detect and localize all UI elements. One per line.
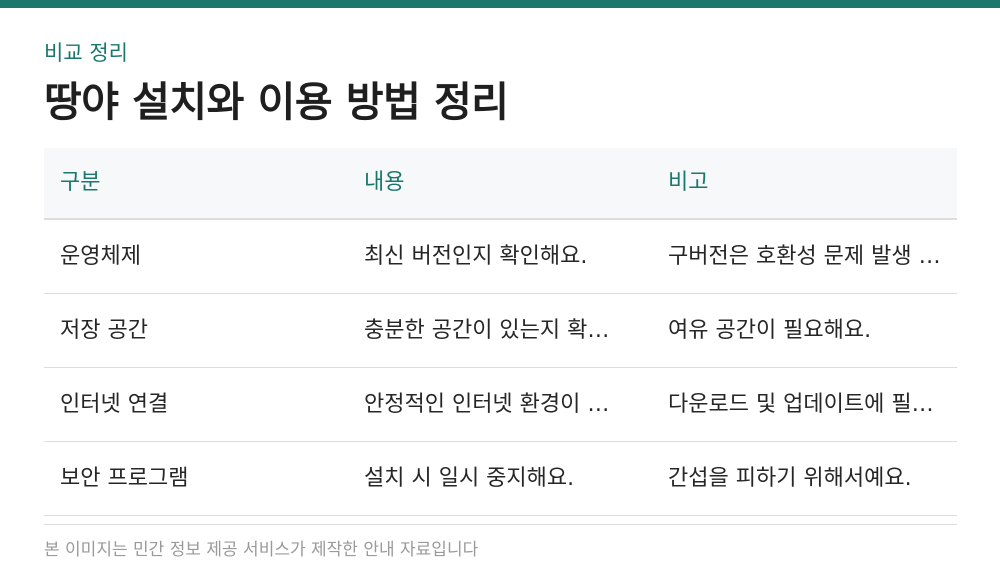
table-cell-remarks: 구버전은 호환성 문제 발생 가능해요. [668,243,957,269]
table-cell-remarks: 여유 공간이 필요해요. [668,317,872,343]
column-header-category: 구분 [60,170,101,195]
table-cell-content: 설치 시 일시 중지해요. [364,465,575,491]
table-cell-content: 안정적인 인터넷 환경이 필요해요. [364,391,652,417]
table-cell-remarks: 간섭을 피하기 위해서예요. [668,465,912,491]
table-cell-content: 최신 버전인지 확인해요. [364,243,588,269]
table-row: 보안 프로그램 설치 시 일시 중지해요. 간섭을 피하기 위해서예요. [44,442,957,516]
table-header-row: 구분 내용 비고 [44,148,957,220]
footer-divider [44,524,957,525]
table-cell-category: 보안 프로그램 [60,465,189,491]
table-row: 인터넷 연결 안정적인 인터넷 환경이 필요해요. 다운로드 및 업데이트에 필… [44,368,957,442]
table-row: 저장 공간 충분한 공간이 있는지 확인해요. 여유 공간이 필요해요. [44,294,957,368]
section-eyebrow: 비교 정리 [44,41,128,65]
table-cell-remarks: 다운로드 및 업데이트에 필요해요. [668,391,957,417]
table-cell-category: 인터넷 연결 [60,391,169,417]
table-cell-category: 저장 공간 [60,317,148,343]
column-header-content: 내용 [364,170,405,195]
comparison-table: 구분 내용 비고 운영체제 최신 버전인지 확인해요. 구버전은 호환성 문제 … [44,148,957,516]
table-cell-category: 운영체제 [60,243,141,269]
footer-note: 본 이미지는 민간 정보 제공 서비스가 제작한 안내 자료입니다 [44,540,479,560]
table-row: 운영체제 최신 버전인지 확인해요. 구버전은 호환성 문제 발생 가능해요. [44,220,957,294]
page-title: 땅야 설치와 이용 방법 정리 [44,78,509,126]
top-accent-bar [0,0,1000,8]
table-cell-content: 충분한 공간이 있는지 확인해요. [364,317,652,343]
column-header-remarks: 비고 [668,170,709,195]
